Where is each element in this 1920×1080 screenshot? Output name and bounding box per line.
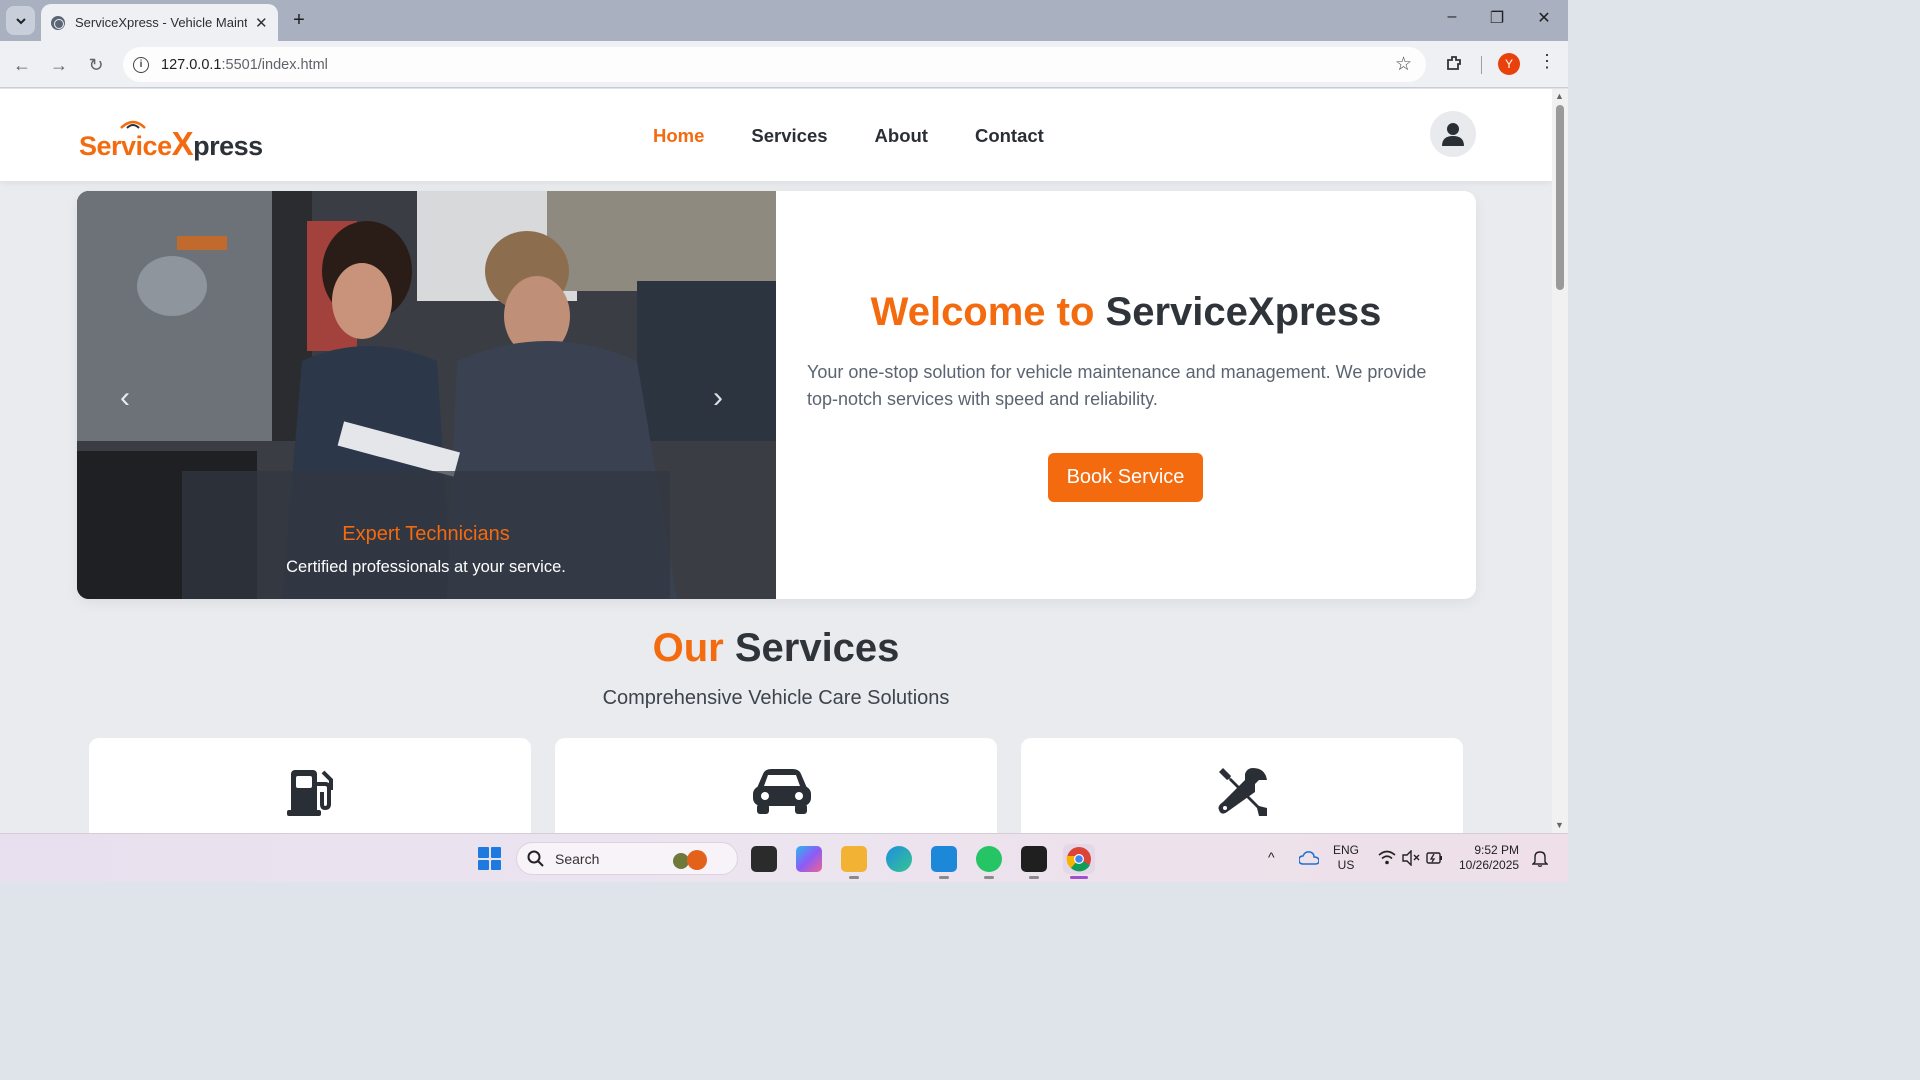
app-running-indicator — [849, 876, 859, 879]
back-icon[interactable]: ← — [10, 53, 34, 77]
minimize-icon[interactable]: – — [1440, 8, 1464, 26]
user-account-button[interactable] — [1430, 111, 1476, 157]
nav-about[interactable]: About — [875, 125, 928, 147]
browser-tab-active[interactable]: ServiceXpress - Vehicle Maintenance ✕ — [41, 4, 278, 41]
page-scrollbar[interactable]: ▲ ▼ — [1552, 89, 1568, 833]
reload-icon[interactable]: ↻ — [84, 53, 108, 77]
vscode-icon[interactable] — [931, 846, 957, 872]
close-window-icon[interactable]: ✕ — [1532, 8, 1556, 28]
services-heading: Our Services — [652, 626, 900, 670]
hero-description: Your one-stop solution for vehicle maint… — [807, 362, 1427, 409]
file-explorer-icon[interactable] — [841, 846, 867, 872]
browser-tab-strip: ServiceXpress - Vehicle Maintenance ✕ + … — [0, 0, 1568, 41]
chrome-taskbar-button[interactable] — [1063, 844, 1095, 874]
hero-carousel-image: ‹ › Expert Technicians Certified profess… — [77, 191, 776, 599]
user-icon — [1442, 123, 1464, 146]
tab-close-icon[interactable]: ✕ — [255, 14, 268, 32]
hero-section: ‹ › Expert Technicians Certified profess… — [77, 191, 1476, 599]
search-icon — [527, 850, 544, 867]
app-active-indicator — [1070, 876, 1088, 879]
caption-title: Expert Technicians — [342, 523, 510, 545]
hero-title: Welcome to ServiceXpress — [870, 290, 1382, 334]
app-running-indicator — [984, 876, 994, 879]
nav-home[interactable]: Home — [653, 125, 704, 147]
main-nav: Home Services About Contact — [653, 125, 1044, 147]
os-taskbar: Search ^ ENG US 9:52 PM 10/26/2025 — [0, 833, 1568, 882]
pumpkin-highlight-icon — [673, 849, 708, 870]
toolbar-divider — [1481, 56, 1482, 74]
url-text[interactable]: 127.0.0.1:5501/index.html — [161, 57, 328, 73]
extensions-icon[interactable] — [1444, 53, 1466, 75]
scroll-down-icon[interactable]: ▼ — [1555, 820, 1564, 830]
caption-subtitle: Certified professionals at your service. — [286, 558, 566, 576]
hero-text-panel: Welcome to ServiceXpress Your one-stop s… — [776, 191, 1476, 599]
onedrive-cloud-icon[interactable] — [1299, 851, 1319, 865]
fuel-pump-icon — [287, 770, 333, 816]
address-bar[interactable]: i 127.0.0.1:5501/index.html ☆ — [123, 47, 1426, 82]
carousel-caption: Expert Technicians Certified professiona… — [182, 471, 670, 599]
chevron-down-icon — [15, 17, 26, 24]
menu-dots-icon[interactable]: ⋮ — [1538, 51, 1556, 72]
service-card-car[interactable] — [555, 738, 997, 833]
taskbar-search-label: Search — [555, 850, 600, 867]
carousel-next-icon[interactable]: › — [713, 381, 723, 415]
restore-icon[interactable]: ❐ — [1485, 8, 1509, 28]
wifi-icon[interactable] — [1378, 850, 1396, 866]
service-card-repair[interactable] — [1021, 738, 1463, 833]
battery-charging-icon[interactable] — [1426, 850, 1444, 866]
edge-icon[interactable] — [886, 846, 912, 872]
services-subtitle: Comprehensive Vehicle Care Solutions — [602, 687, 950, 709]
service-card-fuel[interactable] — [89, 738, 531, 833]
terminal-icon[interactable] — [1021, 846, 1047, 872]
whatsapp-icon[interactable] — [976, 846, 1002, 872]
profile-avatar[interactable]: Y — [1498, 53, 1520, 75]
notification-bell-icon[interactable] — [1532, 850, 1548, 867]
tools-icon — [1218, 768, 1267, 816]
chrome-icon — [1066, 847, 1091, 872]
taskbar-search[interactable]: Search — [516, 842, 738, 875]
app-running-indicator — [1029, 876, 1039, 879]
browser-toolbar: ← → ↻ i 127.0.0.1:5501/index.html ☆ Y ⋮ — [0, 41, 1568, 88]
tab-search-button[interactable] — [6, 6, 35, 35]
language-indicator[interactable]: ENG US — [1333, 843, 1359, 873]
page-viewport: ServiceXpress Home Services About Contac… — [0, 89, 1552, 833]
app-running-indicator — [939, 876, 949, 879]
scroll-thumb[interactable] — [1556, 105, 1564, 290]
forward-icon[interactable]: → — [47, 53, 71, 77]
globe-icon — [51, 15, 65, 30]
clock[interactable]: 9:52 PM 10/26/2025 — [1459, 843, 1519, 873]
task-view-icon[interactable] — [751, 846, 777, 872]
book-service-button[interactable]: Book Service — [1048, 453, 1203, 502]
scroll-up-icon[interactable]: ▲ — [1555, 91, 1564, 101]
site-header: ServiceXpress Home Services About Contac… — [0, 89, 1552, 181]
windows-start-icon[interactable] — [478, 847, 501, 870]
nav-services[interactable]: Services — [751, 125, 827, 147]
tray-overflow-chevron-icon[interactable]: ^ — [1268, 850, 1275, 865]
tab-title: ServiceXpress - Vehicle Maintenance — [75, 15, 247, 30]
nav-contact[interactable]: Contact — [975, 125, 1044, 147]
new-tab-button[interactable]: + — [288, 9, 310, 31]
copilot-icon[interactable] — [796, 846, 822, 872]
carousel-prev-icon[interactable]: ‹ — [120, 381, 130, 415]
car-icon — [753, 769, 811, 814]
bookmark-star-icon[interactable]: ☆ — [1395, 53, 1412, 76]
volume-muted-icon[interactable] — [1402, 850, 1420, 866]
site-info-icon[interactable]: i — [133, 56, 149, 73]
